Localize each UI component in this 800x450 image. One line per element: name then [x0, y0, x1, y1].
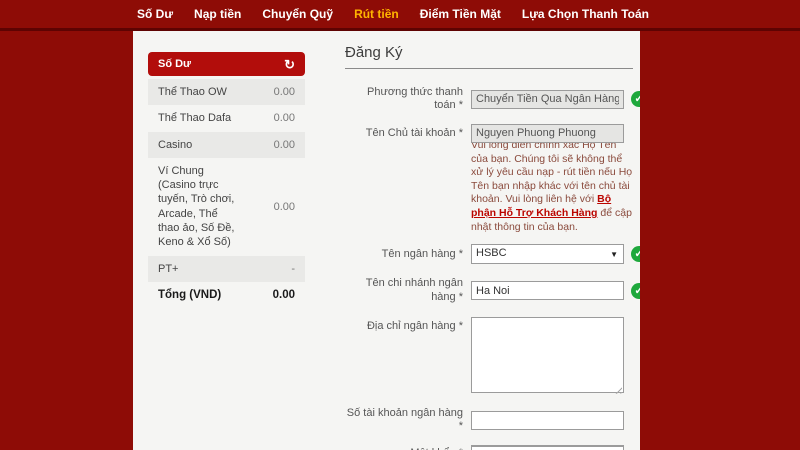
balance-label: Ví Chung (Casino trực tuyến, Trò chơi, A… [158, 164, 242, 250]
payment-method-label: Phương thức thanh toán * [345, 86, 471, 112]
balance-row-the-thao-ow: Thể Thao OW 0.00 [148, 79, 305, 105]
balance-value: 0.00 [274, 139, 295, 151]
account-number-input[interactable] [471, 411, 624, 430]
valid-check-icon: ✓ [631, 246, 640, 262]
nav-item-chuyen-quy[interactable]: Chuyển Quỹ [262, 7, 333, 21]
balance-label: PT+ [158, 262, 178, 276]
balance-row-casino: Casino 0.00 [148, 132, 305, 158]
valid-check-icon: ✓ [631, 283, 640, 299]
total-label: Tổng (VND) [158, 288, 221, 303]
register-form: Đăng Ký Phương thức thanh toán * ✓ Tên C… [345, 44, 633, 450]
account-name-help-text: Vui lòng điền chính xác Họ Tên của bạn. … [471, 139, 633, 234]
top-nav: Số Dư Nạp tiền Chuyển Quỹ Rút tiền Điểm … [0, 0, 800, 31]
bank-name-select[interactable]: HSBC ▼ [471, 244, 624, 264]
bank-address-label: Địa chỉ ngân hàng * [345, 317, 471, 333]
refresh-icon[interactable]: ↻ [284, 58, 295, 71]
row-account-holder: Tên Chủ tài khoản * [345, 123, 633, 143]
account-holder-label: Tên Chủ tài khoản * [345, 127, 471, 140]
account-number-label: Số tài khoản ngân hàng * [345, 407, 471, 433]
row-payment-method: Phương thức thanh toán * ✓ [345, 86, 633, 112]
sidebar-header-balance[interactable]: Số Dư ↻ [148, 52, 305, 76]
account-holder-input[interactable] [471, 124, 624, 143]
balance-value: 0.00 [274, 86, 295, 98]
chevron-down-icon: ▼ [610, 251, 618, 259]
balance-header-label: Số Dư [158, 58, 191, 70]
valid-check-icon: ✓ [631, 91, 640, 107]
balance-value: 0.00 [274, 201, 295, 213]
bank-branch-input[interactable] [471, 281, 624, 300]
form-title: Đăng Ký [345, 44, 633, 69]
row-bank-branch: Tên chi nhánh ngân hàng * ✓ [345, 277, 633, 303]
total-value: 0.00 [273, 289, 295, 301]
bank-address-textarea[interactable] [471, 317, 624, 393]
balance-row-total: Tổng (VND) 0.00 [148, 282, 305, 309]
balance-row-vi-chung: Ví Chung (Casino trực tuyến, Trò chơi, A… [148, 158, 305, 256]
row-bank-address: Địa chỉ ngân hàng * [345, 317, 633, 398]
nav-item-lua-chon-thanh-toan[interactable]: Lựa Chọn Thanh Toán [522, 7, 649, 21]
nav-item-so-du[interactable]: Số Dư [137, 7, 173, 21]
balance-sidebar: Số Dư ↻ Thể Thao OW 0.00 Thể Thao Dafa 0… [148, 52, 305, 309]
content-panel: Số Dư ↻ Thể Thao OW 0.00 Thể Thao Dafa 0… [133, 31, 640, 450]
balance-label: Thể Thao OW [158, 85, 227, 99]
nav-item-rut-tien[interactable]: Rút tiền [354, 7, 399, 21]
row-account-number: Số tài khoản ngân hàng * [345, 407, 633, 433]
bank-name-label: Tên ngân hàng * [345, 248, 471, 261]
balance-value: 0.00 [274, 112, 295, 124]
balance-value: - [291, 263, 295, 275]
nav-item-nap-tien[interactable]: Nạp tiền [194, 7, 241, 21]
row-bank-name: Tên ngân hàng * HSBC ▼ ✓ [345, 244, 633, 264]
page: Số Dư Nạp tiền Chuyển Quỹ Rút tiền Điểm … [0, 0, 800, 450]
balance-row-pt-plus: PT+ - [148, 256, 305, 282]
payment-method-input[interactable] [471, 90, 624, 109]
partial-input [471, 446, 624, 450]
bank-name-selected-value: HSBC [476, 247, 507, 259]
balance-label: Thể Thao Dafa [158, 111, 231, 125]
bank-branch-label: Tên chi nhánh ngân hàng * [345, 277, 471, 303]
nav-item-diem-tien-mat[interactable]: Điểm Tiền Mặt [420, 7, 501, 21]
balance-row-the-thao-dafa: Thể Thao Dafa 0.00 [148, 105, 305, 131]
balance-label: Casino [158, 138, 192, 152]
